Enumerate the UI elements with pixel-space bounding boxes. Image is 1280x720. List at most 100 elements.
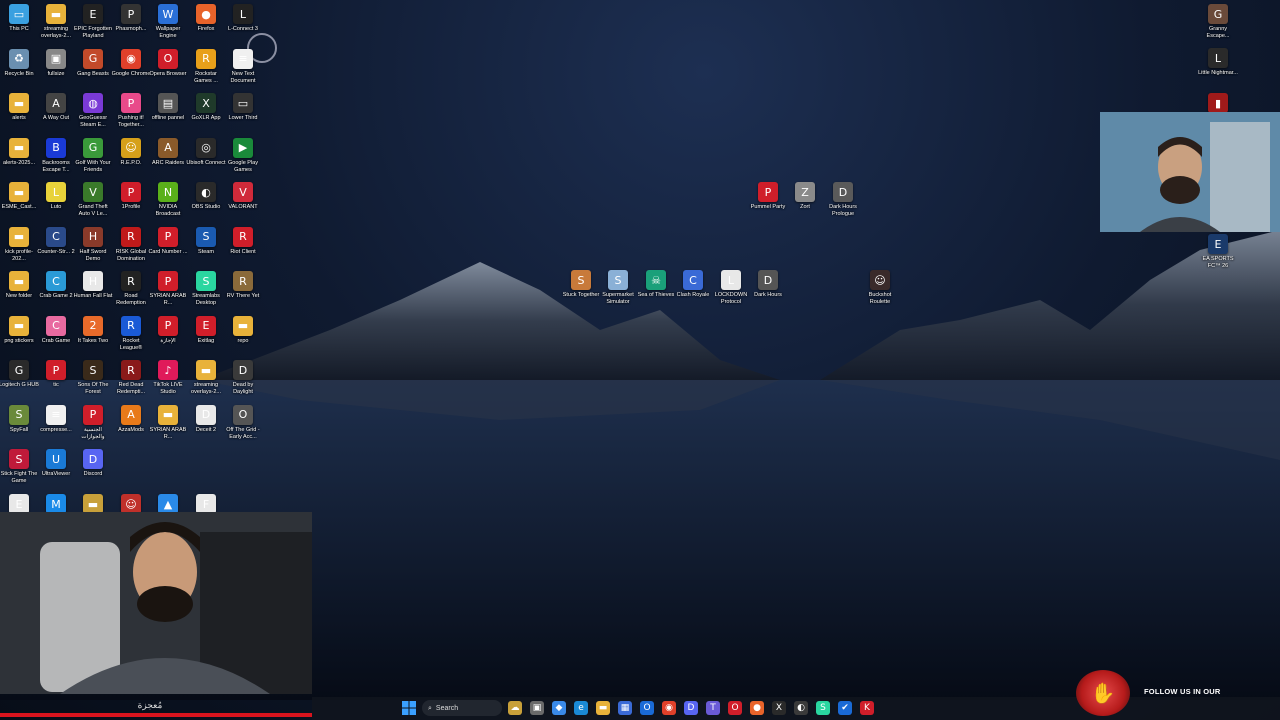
desktop-shortcut[interactable]: R Road Redemption xyxy=(112,271,150,307)
desktop-shortcut[interactable]: W Wallpaper Engine xyxy=(149,4,187,40)
desktop-shortcut[interactable]: V Grand Theft Auto V Le... xyxy=(74,182,112,218)
desktop-shortcut[interactable]: ▭ Lower Third xyxy=(224,93,262,122)
desktop-shortcut[interactable]: B Backrooms Escape T... xyxy=(37,137,75,174)
task-view-icon[interactable]: ▣ xyxy=(530,701,544,715)
desktop-shortcut[interactable]: M xyxy=(37,494,75,514)
desktop-shortcut[interactable]: ▬ xyxy=(74,494,112,514)
app-icon[interactable]: K xyxy=(860,701,874,715)
desktop-shortcut[interactable]: ▲ xyxy=(149,494,187,514)
firefox-icon[interactable]: ● xyxy=(750,701,764,715)
desktop-shortcut[interactable]: Ptic xyxy=(37,360,75,389)
file-explorer-icon[interactable]: ▬ xyxy=(596,701,610,715)
desktop-shortcut[interactable]: ◍ GeoGuessr Steam E... xyxy=(74,93,112,129)
desktop-shortcut[interactable]: A A Way Out xyxy=(37,93,75,122)
desktop-shortcut[interactable]: E Exitlag xyxy=(187,315,225,345)
desktop-shortcut[interactable]: G Gang Beasts xyxy=(74,48,112,78)
desktop-shortcut[interactable]: D Discord xyxy=(74,449,112,478)
desktop-shortcut[interactable]: ▬ streaming overlays-2... xyxy=(37,4,75,40)
desktop-shortcut[interactable]: P Pummel Party xyxy=(749,182,787,211)
desktop-shortcut[interactable]: ▬ alerts-2025... xyxy=(0,137,38,167)
store-icon[interactable]: ▦ xyxy=(618,701,632,715)
desktop-shortcut[interactable]: ▬ SYRIAN ARAB R... xyxy=(149,404,187,441)
desktop-shortcut[interactable]: L LOCKDOWN Protocol xyxy=(712,270,750,306)
outlook-icon[interactable]: O xyxy=(640,701,654,715)
desktop-shortcut[interactable]: Z Zort xyxy=(786,182,824,211)
desktop-shortcut[interactable]: ♻ Recycle Bin xyxy=(0,48,38,78)
app-icon[interactable]: ✔ xyxy=(838,701,852,715)
desktop-shortcut[interactable]: U UltraViewer xyxy=(37,449,75,478)
desktop-shortcut[interactable]: S Supermarket Simulator xyxy=(599,270,637,306)
desktop-shortcut[interactable]: S Streamlabs Desktop xyxy=(187,271,225,307)
edge-icon[interactable]: e xyxy=(574,701,588,715)
desktop-shortcut[interactable]: ◐ OBS Studio xyxy=(187,182,225,211)
goxlr-icon[interactable]: X xyxy=(772,701,786,715)
taskbar-search-box[interactable]: ⌕ Search xyxy=(422,700,502,716)
desktop-shortcut[interactable]: P 1Profile xyxy=(112,182,150,211)
copilot-icon[interactable]: ◆ xyxy=(552,701,566,715)
desktop-shortcut[interactable]: ▬ png stickers xyxy=(0,315,38,345)
desktop-shortcut[interactable]: V VALORANT xyxy=(224,182,262,211)
desktop-shortcut[interactable]: S Sons Of The Forest xyxy=(74,360,112,396)
desktop-shortcut[interactable]: D Deceit 2 xyxy=(187,404,225,434)
desktop-shortcut[interactable]: C Clash Royale xyxy=(674,270,712,299)
desktop-shortcut[interactable]: H Half Sword Demo xyxy=(74,226,112,263)
desktop-shortcut[interactable]: S Stick Fight The Game xyxy=(0,449,38,485)
desktop-shortcut[interactable]: S Steam xyxy=(187,226,225,256)
chrome-icon[interactable]: ◉ xyxy=(662,701,676,715)
desktop-shortcut[interactable]: ▬ alerts xyxy=(0,93,38,122)
weather-icon[interactable]: ☁ xyxy=(508,701,522,715)
streamlabs-icon[interactable]: S xyxy=(816,701,830,715)
desktop-shortcut[interactable]: P Pushing it! Together... xyxy=(112,93,150,129)
desktop-shortcut[interactable]: ☺ R.E.P.O. xyxy=(112,137,150,167)
desktop-shortcut[interactable]: ≡ compresse... xyxy=(37,404,75,434)
desktop-shortcut[interactable]: E xyxy=(0,494,38,514)
desktop-shortcut[interactable]: ▬ kick profile-202... xyxy=(0,226,38,263)
desktop-shortcut[interactable]: ◎ Ubisoft Connect xyxy=(186,137,226,167)
desktop-shortcut[interactable]: P Phasmoph... xyxy=(112,4,150,33)
desktop-shortcut[interactable]: ▬ repo xyxy=(224,315,262,345)
desktop-shortcut[interactable]: X GoXLR App xyxy=(187,93,225,122)
desktop-shortcut[interactable]: D Dark Hours xyxy=(749,270,787,299)
desktop-shortcut[interactable]: E EA SPORTS FC™ 26 xyxy=(1199,234,1237,270)
teams-icon[interactable]: T xyxy=(706,701,720,715)
desktop-shortcut[interactable]: ▤ offline pannel xyxy=(149,93,187,122)
desktop-shortcut[interactable]: P الإجازة xyxy=(149,315,187,345)
desktop-shortcut[interactable]: P Card Number ... xyxy=(148,226,188,256)
desktop-shortcut[interactable]: R RISK Global Domination xyxy=(112,226,150,263)
desktop-shortcut[interactable]: O Off The Grid - Early Acc... xyxy=(224,404,262,441)
desktop-shortcut[interactable]: P SYRIAN ARAB R... xyxy=(149,271,187,307)
desktop-shortcut[interactable]: O Opera Browser xyxy=(149,48,187,78)
desktop-shortcut[interactable]: L Luto xyxy=(37,182,75,211)
desktop-shortcut[interactable]: P الجنسية والجوازات xyxy=(74,404,112,441)
desktop-shortcut[interactable]: ♪ TikTok LIVE Studio xyxy=(149,360,187,396)
desktop-shortcut[interactable]: C Crab Game 2 xyxy=(37,271,75,300)
desktop-shortcut[interactable]: C Crab Game xyxy=(37,315,75,345)
desktop-shortcut[interactable]: ◉ Google Chrome xyxy=(112,48,150,78)
desktop-shortcut[interactable]: S Stuck Together xyxy=(562,270,600,299)
desktop-shortcut[interactable]: L Little Nightmar... xyxy=(1198,48,1238,77)
desktop-shortcut[interactable]: R Rockstar Games ... xyxy=(187,48,225,85)
desktop-shortcut[interactable]: ☺ xyxy=(112,494,150,514)
desktop-shortcut[interactable]: ▬ streaming overlays-2... xyxy=(187,360,225,396)
desktop-shortcut[interactable]: N NVIDIA Broadcast xyxy=(149,182,187,218)
desktop-shortcut[interactable]: ▭ This PC xyxy=(0,4,38,33)
desktop-shortcut[interactable]: H Human Fall Flat xyxy=(74,271,112,300)
desktop-shortcut[interactable]: ● Firefox xyxy=(187,4,225,33)
desktop-shortcut[interactable]: R Rocket League® xyxy=(112,315,150,352)
desktop-shortcut[interactable]: G Golf With Your Friends xyxy=(74,137,112,174)
desktop-shortcut[interactable]: R Red Dead Redempti... xyxy=(112,360,150,396)
desktop-shortcut[interactable]: A AzzaMods xyxy=(112,404,150,434)
desktop-shortcut[interactable]: ≡ New Text Document xyxy=(224,48,262,85)
obs-icon[interactable]: ◐ xyxy=(794,701,808,715)
desktop-shortcut[interactable]: G Granny Escape... xyxy=(1199,4,1237,40)
desktop-shortcut[interactable]: ▬ New folder xyxy=(0,271,38,300)
desktop-shortcut[interactable]: ▣ fullsize xyxy=(37,48,75,78)
desktop-shortcut[interactable]: S SpyFall xyxy=(0,404,38,434)
desktop-shortcut[interactable]: R Riot Client xyxy=(224,226,262,256)
desktop-shortcut[interactable]: ▶ Google Play Games xyxy=(224,137,262,174)
desktop-shortcut[interactable]: D Dark Hours Prologue xyxy=(824,182,862,218)
desktop-shortcut[interactable]: L L-Connect 3 xyxy=(224,4,262,33)
desktop-shortcut[interactable]: G Logitech G HUB xyxy=(0,360,39,389)
opera-icon[interactable]: O xyxy=(728,701,742,715)
desktop-shortcut[interactable]: E EPIC Forgotten Playland xyxy=(74,4,112,40)
